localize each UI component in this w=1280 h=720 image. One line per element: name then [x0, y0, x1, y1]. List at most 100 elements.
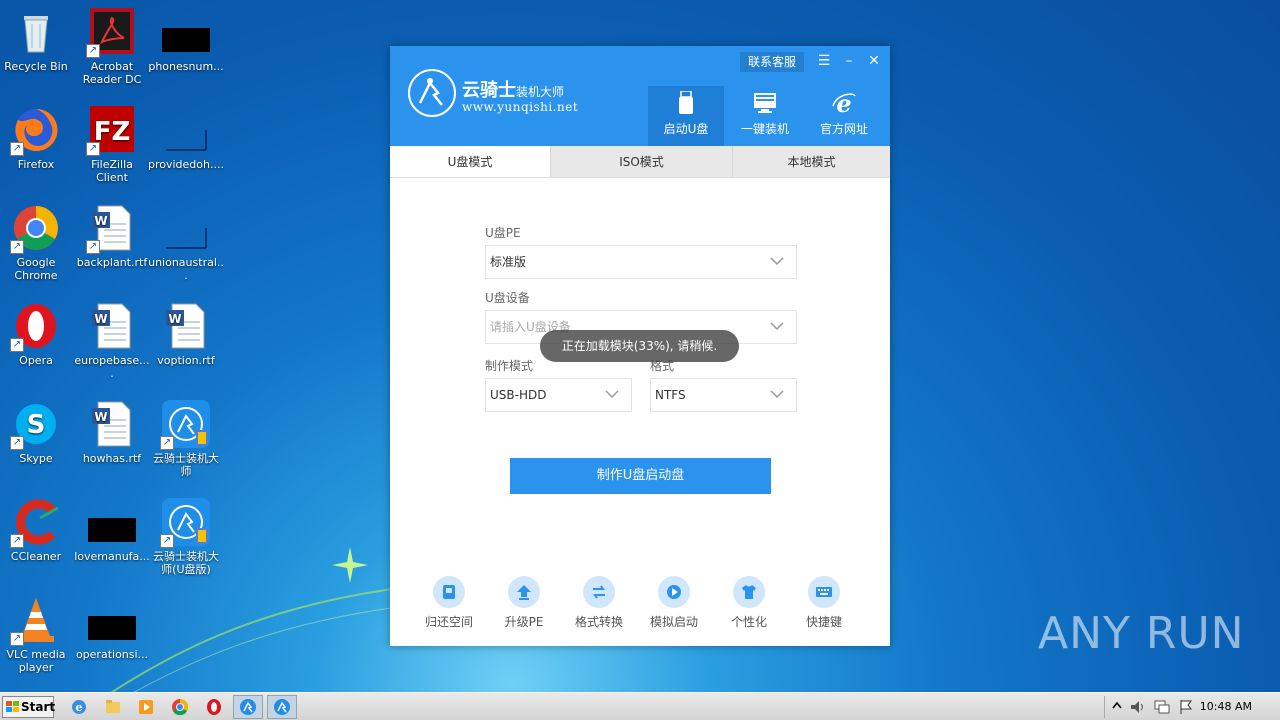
tool-reclaim-space[interactable]: 归还空间: [419, 576, 479, 630]
tool-upgrade-pe[interactable]: 升级PE: [494, 576, 554, 630]
tool-format-convert[interactable]: 格式转换: [569, 576, 629, 630]
svg-text:W: W: [94, 410, 107, 424]
nav-usb-boot[interactable]: 启动U盘: [648, 86, 724, 146]
shirt-icon: [733, 576, 765, 608]
yunqishi-icon: ↗: [160, 400, 210, 450]
mode-select-value: USB-HDD: [490, 388, 547, 402]
format-select[interactable]: NTFS: [650, 378, 797, 412]
desktop-icon-filezilla[interactable]: FZ ↗ FileZilla Client: [74, 106, 150, 184]
desktop-icon-label: phonesnum...: [148, 60, 224, 73]
desktop-icon-acrobat[interactable]: ↗ Acrobat Reader DC: [74, 8, 150, 86]
mode-select[interactable]: USB-HDD: [485, 378, 632, 412]
word-doc-icon: W: [88, 400, 136, 448]
yunqishi-logo-icon: [408, 69, 456, 117]
media-player-taskbar-icon[interactable]: [137, 698, 155, 716]
tool-label: 个性化: [730, 615, 767, 629]
svg-text:S: S: [27, 410, 46, 440]
taskbar-task-yunqishi-usb[interactable]: [267, 695, 297, 719]
svg-text:W: W: [168, 312, 181, 326]
desktop-icon-chrome[interactable]: ↗ Google Chrome: [0, 204, 74, 282]
tool-hotkeys[interactable]: 快捷键: [794, 576, 854, 630]
desktop-icon-backplant[interactable]: W ↗ backplant.rtf: [74, 204, 150, 269]
start-button[interactable]: Start: [2, 696, 56, 718]
desktop-icon-lovemanufa[interactable]: lovemanufa...: [74, 498, 150, 563]
contact-service-button[interactable]: 联系客服: [740, 52, 805, 72]
taskbar-task-yunqishi[interactable]: [233, 695, 263, 719]
shortcut-arrow-icon: ↗: [10, 534, 24, 548]
chevron-down-icon: [605, 390, 619, 399]
desktop-icon-label: operationsi...: [75, 648, 149, 661]
nav-one-click-install[interactable]: 一键装机: [727, 86, 803, 146]
desktop-icon-europebase[interactable]: W europebase....: [74, 302, 150, 380]
tool-personalize[interactable]: 个性化: [719, 576, 779, 630]
window-header: 云骑士装机大师 www.yunqishi.net 联系客服 ☰ – ✕ 启动U盘…: [390, 46, 890, 146]
format-select-value: NTFS: [655, 388, 686, 402]
shortcut-arrow-icon: ↗: [10, 632, 24, 646]
yunqishi-window: 云骑士装机大师 www.yunqishi.net 联系客服 ☰ – ✕ 启动U盘…: [390, 46, 890, 646]
desktop-icon-label: unionaustral...: [148, 256, 224, 282]
desktop-icon-recycle-bin[interactable]: Recycle Bin: [0, 8, 74, 73]
volume-icon[interactable]: [1129, 698, 1147, 716]
nav-official-site[interactable]: e 官方网址: [806, 86, 882, 146]
chevron-down-icon: [770, 322, 784, 331]
shortcut-arrow-icon: ↗: [10, 338, 24, 352]
shortcut-arrow-icon: ↗: [86, 142, 100, 156]
minimize-icon[interactable]: –: [841, 53, 857, 69]
desktop-icon-firefox[interactable]: ↗ Firefox: [0, 106, 74, 171]
desktop-icon-operationsi[interactable]: operationsi...: [74, 596, 150, 661]
tab-usb-mode[interactable]: U盘模式: [390, 146, 551, 177]
play-icon: [658, 576, 690, 608]
desktop-icon-voption[interactable]: W voption.rtf: [148, 302, 224, 367]
desktop-icon-opera[interactable]: ↗ Opera: [0, 302, 74, 367]
pe-label: U盘PE: [485, 226, 521, 240]
desktop-icon-label: lovemanufa...: [74, 550, 150, 563]
desktop-icon-skype[interactable]: S ↗ Skype: [0, 400, 74, 465]
action-center-flag-icon[interactable]: [1177, 698, 1195, 716]
tool-label: 模拟启动: [649, 615, 698, 629]
tool-simulate-boot[interactable]: 模拟启动: [644, 576, 704, 630]
keyboard-icon: [808, 576, 840, 608]
tab-iso-mode[interactable]: ISO模式: [551, 146, 733, 177]
pe-select-value: 标准版: [490, 255, 527, 269]
opera-taskbar-icon[interactable]: [205, 698, 223, 716]
desktop-icon-phonesnum[interactable]: phonesnum...: [148, 8, 224, 73]
desktop-icon-yunqishi-usb[interactable]: ↗ 云骑士装机大师(U盘版): [148, 498, 224, 576]
taskbar-clock[interactable]: 10:48 AM: [1200, 700, 1252, 713]
desktop-icon-label: providedoh....: [148, 158, 224, 171]
start-label: Start: [21, 700, 56, 714]
blank-file-icon: [162, 106, 210, 154]
desktop-icon-providedoh[interactable]: providedoh....: [148, 106, 224, 171]
ie-taskbar-icon[interactable]: e: [70, 698, 88, 716]
desktop-icon-label: europebase....: [74, 354, 150, 380]
network-icon[interactable]: [1153, 698, 1171, 716]
desktop-icon-unionaustral[interactable]: unionaustral...: [148, 204, 224, 282]
tab-local-mode[interactable]: 本地模式: [733, 146, 890, 177]
brand-main: 云骑士: [462, 80, 516, 101]
show-hidden-icons-icon[interactable]: [1111, 698, 1123, 716]
black-file-icon: [88, 596, 136, 644]
desktop-icon-howhas[interactable]: W howhas.rtf: [74, 400, 150, 465]
tool-label: 快捷键: [805, 615, 842, 629]
close-icon[interactable]: ✕: [866, 53, 882, 69]
word-doc-icon: W: [162, 302, 210, 350]
explorer-taskbar-icon[interactable]: [104, 698, 122, 716]
shortcut-arrow-icon: ↗: [160, 534, 174, 548]
yunqishi-icon: ↗: [160, 498, 210, 548]
black-file-icon: [162, 8, 210, 56]
loading-toast: 正在加载模块(33%), 请稍候.: [540, 330, 739, 362]
usb-drive-icon: [648, 90, 724, 116]
desktop-icon-yunqishi[interactable]: ↗ 云骑士装机大师: [148, 400, 224, 478]
desktop-icon-vlc[interactable]: ↗ VLC media player: [0, 596, 74, 674]
desktop-icon-ccleaner[interactable]: ↗ CCleaner: [0, 498, 74, 563]
shortcut-arrow-icon: ↗: [160, 436, 174, 450]
svg-text:e: e: [76, 701, 83, 714]
pe-select[interactable]: 标准版: [485, 245, 797, 279]
mode-label: 制作模式: [485, 359, 534, 373]
nav-label: 一键装机: [740, 122, 789, 136]
desktop-icon-label: Acrobat Reader DC: [82, 60, 142, 86]
create-boot-disk-button[interactable]: 制作U盘启动盘: [510, 458, 771, 494]
chrome-taskbar-icon[interactable]: [171, 698, 189, 716]
tool-label: 升级PE: [504, 615, 544, 629]
desktop-icon-label: 云骑士装机大师(U盘版): [153, 550, 219, 576]
menu-icon[interactable]: ☰: [816, 53, 832, 69]
